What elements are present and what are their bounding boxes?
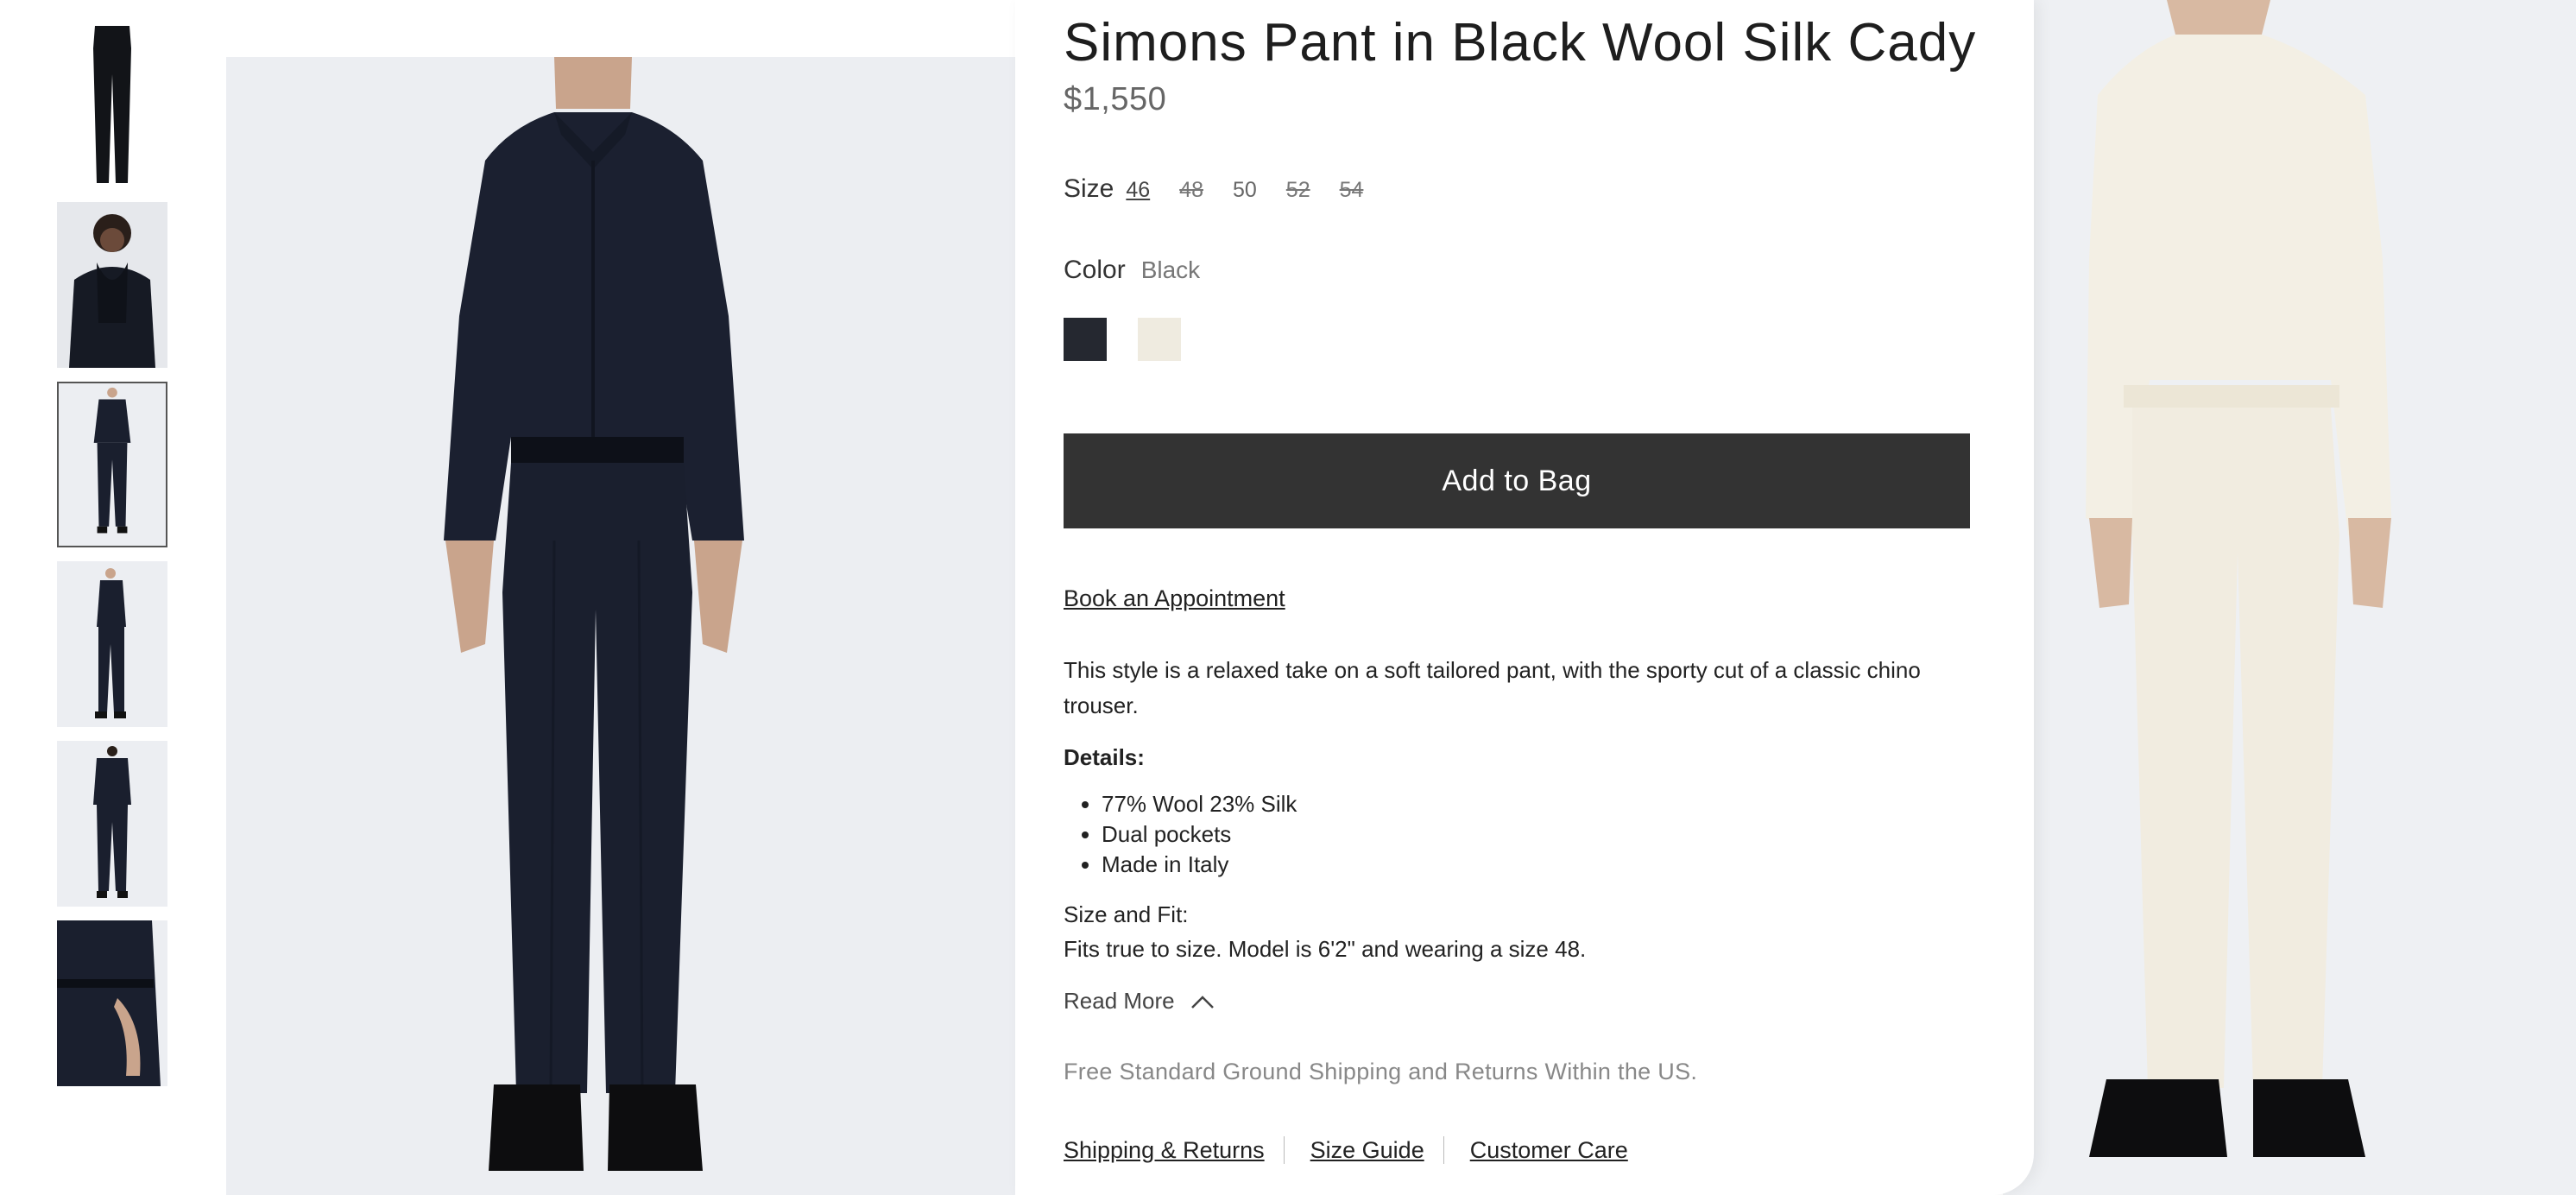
size-selector: Size 46 48 50 52 54 <box>1064 174 1392 204</box>
details-heading: Details: <box>1064 744 1145 770</box>
divider <box>1283 1136 1285 1164</box>
details-item: 77% Wool 23% Silk <box>1102 789 1297 819</box>
color-selector: Color Black <box>1064 256 1200 285</box>
size-option-48[interactable]: 48 <box>1179 178 1203 203</box>
main-product-image[interactable] <box>226 57 1015 1195</box>
read-more-toggle[interactable]: Read More <box>1064 988 1215 1015</box>
secondary-product-image[interactable] <box>2003 0 2576 1195</box>
detail-pocket-image <box>57 920 167 1086</box>
color-label: Color <box>1064 256 1126 284</box>
details-item: Dual pockets <box>1102 819 1297 850</box>
details-list: 77% Wool 23% Silk Dual pockets Made in I… <box>1064 789 1297 880</box>
chevron-up-icon <box>1190 995 1214 1008</box>
size-label: Size <box>1064 174 1114 203</box>
thumbnail-front-full[interactable] <box>57 382 167 547</box>
divider <box>1443 1136 1444 1164</box>
size-option-52[interactable]: 52 <box>1286 178 1310 203</box>
thumbnail-portrait[interactable] <box>57 202 167 368</box>
swatch-ivory[interactable] <box>1138 318 1181 361</box>
front-full-image <box>59 384 166 545</box>
product-title: Simons Pant in Black Wool Silk Cady <box>1064 13 1977 73</box>
size-fit-heading: Size and Fit: <box>1064 901 1189 927</box>
size-option-54[interactable]: 54 <box>1340 178 1364 203</box>
size-option-46[interactable]: 46 <box>1126 178 1150 203</box>
thumbnail-side-full[interactable] <box>57 561 167 727</box>
thumbnail-back-full[interactable] <box>57 741 167 907</box>
swatch-black[interactable] <box>1064 318 1107 361</box>
read-more-label: Read More <box>1064 988 1175 1014</box>
product-description: This style is a relaxed take on a soft t… <box>1064 657 1921 718</box>
shipping-note: Free Standard Ground Shipping and Return… <box>1064 1059 1698 1084</box>
size-option-50[interactable]: 50 <box>1233 178 1257 203</box>
customer-care-link[interactable]: Customer Care <box>1470 1137 1628 1164</box>
thumbnail-pant-flat[interactable] <box>57 22 167 188</box>
book-appointment-link[interactable]: Book an Appointment <box>1064 585 1285 612</box>
details-item: Made in Italy <box>1102 850 1297 880</box>
footer-links: Shipping & Returns Size Guide Customer C… <box>1064 1136 1628 1164</box>
thumbnail-detail-pocket[interactable] <box>57 920 167 1086</box>
product-info-panel: Simons Pant in Black Wool Silk Cady $1,5… <box>1015 0 2034 1195</box>
shipping-returns-link[interactable]: Shipping & Returns <box>1064 1137 1265 1164</box>
back-full-image <box>57 741 167 907</box>
size-guide-link[interactable]: Size Guide <box>1310 1137 1424 1164</box>
color-value: Black <box>1140 256 1201 283</box>
model-ivory-image <box>2003 0 2576 1195</box>
color-swatches <box>1064 318 1181 361</box>
pant-flat-image <box>57 22 167 188</box>
side-full-image <box>57 561 167 727</box>
size-fit-text: Fits true to size. Model is 6'2" and wea… <box>1064 936 1587 962</box>
portrait-image <box>57 202 167 368</box>
model-front-image <box>226 57 1015 1195</box>
add-to-bag-button[interactable]: Add to Bag <box>1064 433 1970 528</box>
product-price: $1,550 <box>1064 81 1167 117</box>
